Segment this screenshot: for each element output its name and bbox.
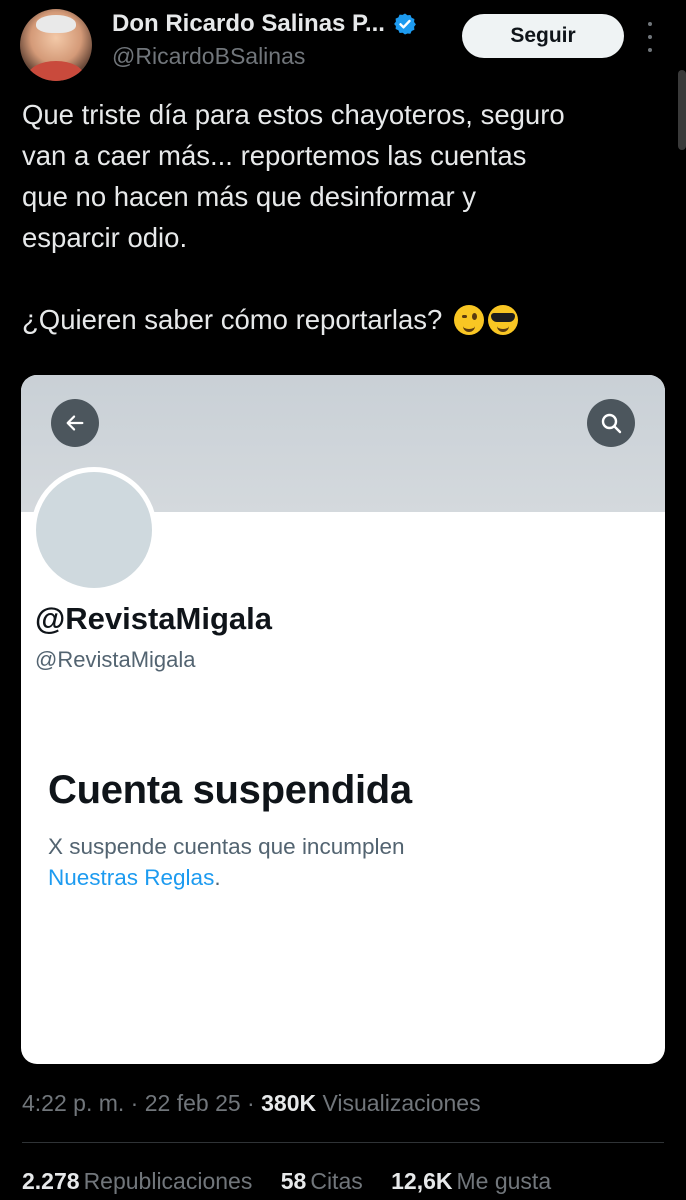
- more-vertical-icon[interactable]: [640, 22, 660, 52]
- meta-separator: ·: [130, 1090, 139, 1116]
- avatar-shirt: [28, 61, 84, 81]
- tweet-question-line: ¿Quieren saber cómo reportarlas?: [22, 299, 672, 340]
- tweet-text: Que triste día para estos chayoteros, se…: [22, 94, 672, 340]
- tweet-question: ¿Quieren saber cómo reportarlas?: [22, 304, 443, 335]
- embedded-screenshot-card[interactable]: @RevistaMigala @RevistaMigala Cuenta sus…: [21, 375, 665, 1064]
- views-label: Visualizaciones: [322, 1090, 481, 1116]
- arrow-left-icon: [66, 415, 84, 431]
- reposts-count: 2.278: [22, 1168, 80, 1194]
- back-button[interactable]: [51, 399, 99, 447]
- suspended-profile-name: @RevistaMigala: [35, 601, 272, 636]
- winking-face-emoji-icon: [453, 305, 484, 335]
- tweet-meta: 4:22 p. m. · 22 feb 25 · 380K Visualizac…: [22, 1090, 481, 1117]
- suspended-profile-handle: @RevistaMigala: [35, 647, 196, 672]
- tweet-line: esparcir odio.: [22, 222, 188, 253]
- suspended-description: X suspende cuentas que incumplen Nuestra…: [48, 831, 608, 893]
- author-avatar[interactable]: [20, 9, 92, 81]
- more-dot: [648, 48, 652, 52]
- sunglasses-face-emoji-icon: [487, 305, 518, 335]
- quotes-count: 58: [280, 1168, 307, 1194]
- verified-badge-icon: [394, 13, 416, 35]
- rules-link[interactable]: Nuestras Reglas: [48, 865, 214, 890]
- reposts-label: Republicaciones: [83, 1168, 253, 1194]
- tweet-time[interactable]: 4:22 p. m.: [22, 1090, 124, 1116]
- views-count: 380K: [261, 1090, 317, 1116]
- tweet-line: que no hacen más que desinformar y: [22, 181, 477, 212]
- suspended-profile-avatar: [31, 467, 157, 593]
- meta-separator: ·: [247, 1090, 255, 1116]
- tweet-header: Don Ricardo Salinas P... @RicardoBSalina…: [0, 0, 686, 90]
- suspended-title: Cuenta suspendida: [48, 768, 412, 812]
- suspended-description-suffix: .: [214, 865, 221, 890]
- more-dot: [648, 35, 652, 39]
- scrollbar[interactable]: [678, 70, 686, 150]
- search-button[interactable]: [587, 399, 635, 447]
- suspended-description-text: X suspende cuentas que incumplen: [48, 834, 405, 859]
- author-display-name[interactable]: Don Ricardo Salinas P...: [112, 10, 385, 38]
- tweet-line: van a caer más... reportemos las cuentas: [22, 140, 527, 171]
- tweet-date[interactable]: 22 feb 25: [145, 1090, 241, 1116]
- likes-label: Me gusta: [456, 1168, 552, 1194]
- quotes-stat[interactable]: 58 Citas: [281, 1168, 363, 1194]
- author-handle[interactable]: @RicardoBSalinas: [112, 43, 305, 70]
- quotes-label: Citas: [310, 1168, 363, 1194]
- author-name-row[interactable]: Don Ricardo Salinas P...: [112, 10, 417, 38]
- divider: [22, 1142, 664, 1143]
- likes-stat[interactable]: 12,6K Me gusta: [391, 1168, 551, 1194]
- more-dot: [648, 22, 652, 26]
- tweet-line: Que triste día para estos chayoteros, se…: [22, 99, 565, 130]
- search-icon: [601, 413, 622, 434]
- likes-count: 12,6K: [391, 1168, 453, 1194]
- avatar-hair: [36, 15, 76, 33]
- reposts-stat[interactable]: 2.278 Republicaciones: [22, 1168, 252, 1194]
- follow-button[interactable]: Seguir: [462, 14, 624, 58]
- engagement-stats: 2.278 Republicaciones 58 Citas 12,6K Me gus…: [22, 1168, 573, 1195]
